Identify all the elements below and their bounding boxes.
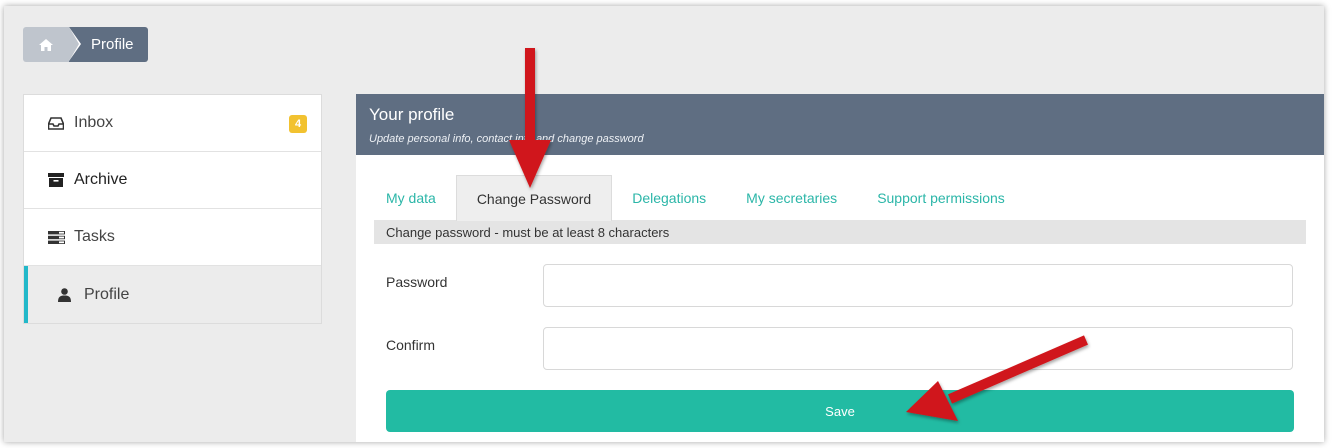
tab-my-data[interactable]: My data [374, 175, 456, 221]
sidebar-item-label: Profile [84, 285, 130, 303]
tab-change-password[interactable]: Change Password [455, 175, 613, 221]
inbox-count-badge: 4 [289, 115, 307, 133]
breadcrumb: Profile [23, 27, 148, 62]
sidebar-item-label: Tasks [74, 228, 115, 245]
tab-delegations[interactable]: Delegations [612, 175, 726, 221]
sidebar: Inbox 4 Archive Tasks Profile [23, 94, 322, 324]
page-title: Your profile [369, 105, 455, 124]
sidebar-item-label: Inbox [74, 114, 114, 131]
inbox-icon [48, 116, 68, 130]
sidebar-item-inbox[interactable]: Inbox 4 [24, 95, 321, 152]
breadcrumb-home[interactable] [23, 27, 79, 62]
panel-header: Your profile Update personal info, conta… [356, 94, 1324, 155]
home-icon [39, 38, 53, 51]
save-button[interactable]: Save [386, 390, 1294, 432]
profile-panel: Your profile Update personal info, conta… [356, 94, 1324, 442]
tab-support-permissions[interactable]: Support permissions [857, 175, 1025, 221]
sidebar-item-archive[interactable]: Archive [24, 152, 321, 209]
password-input[interactable] [543, 264, 1293, 307]
sidebar-item-tasks[interactable]: Tasks [24, 209, 321, 266]
sidebar-item-label: Archive [74, 171, 128, 188]
tab-my-secretaries[interactable]: My secretaries [726, 175, 857, 221]
page-subtitle: Update personal info, contact info and c… [369, 133, 644, 145]
tasks-icon [48, 230, 68, 244]
tab-bar: My data Change Password Delegations My s… [374, 175, 1306, 221]
confirm-password-input[interactable] [543, 327, 1293, 370]
archive-box-icon [48, 173, 68, 187]
password-requirement-notice: Change password - must be at least 8 cha… [374, 221, 1306, 244]
password-label: Password [386, 274, 448, 290]
user-icon [58, 287, 78, 302]
app-window: Profile Inbox 4 Archive Tasks Profile Yo… [4, 6, 1324, 442]
confirm-label: Confirm [386, 337, 436, 353]
sidebar-item-profile[interactable]: Profile [24, 266, 321, 323]
